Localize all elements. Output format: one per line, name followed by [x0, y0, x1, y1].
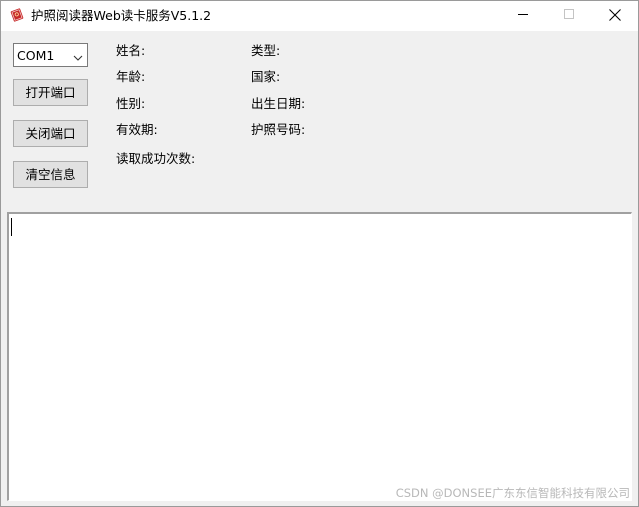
output-textarea[interactable]	[7, 212, 632, 501]
watermark: CSDN @DONSEE广东东信智能科技有限公司	[395, 486, 630, 500]
maximize-button[interactable]	[546, 1, 592, 31]
maximize-icon	[563, 9, 575, 23]
open-port-button[interactable]: 打开端口	[13, 79, 88, 106]
country-label: 国家:	[251, 69, 281, 84]
validity-label: 有效期:	[116, 122, 158, 137]
port-select-value: COM1	[17, 48, 55, 63]
type-label: 类型:	[251, 43, 281, 58]
passport-reader-icon	[10, 8, 24, 22]
minimize-button[interactable]	[500, 1, 546, 31]
chevron-down-icon[interactable]	[73, 51, 83, 61]
age-label: 年龄:	[116, 69, 146, 84]
name-label: 姓名:	[116, 43, 146, 58]
minimize-icon	[517, 9, 529, 23]
close-button[interactable]	[592, 1, 638, 31]
app-window: 护照阅读器Web读卡服务V5.1.2 COM1 打开端口 关闭端口 清空信息 姓…	[0, 0, 639, 507]
window-title: 护照阅读器Web读卡服务V5.1.2	[31, 8, 212, 23]
close-icon	[609, 8, 621, 24]
read-success-count-label: 读取成功次数:	[116, 151, 196, 166]
title-bar[interactable]: 护照阅读器Web读卡服务V5.1.2	[1, 1, 638, 31]
gender-label: 性别:	[116, 96, 146, 111]
clear-info-button[interactable]: 清空信息	[13, 161, 88, 188]
birth-date-label: 出生日期:	[251, 96, 306, 111]
port-select[interactable]: COM1	[13, 43, 88, 67]
passport-number-label: 护照号码:	[251, 122, 306, 137]
close-port-button[interactable]: 关闭端口	[13, 120, 88, 147]
text-caret	[11, 218, 12, 236]
